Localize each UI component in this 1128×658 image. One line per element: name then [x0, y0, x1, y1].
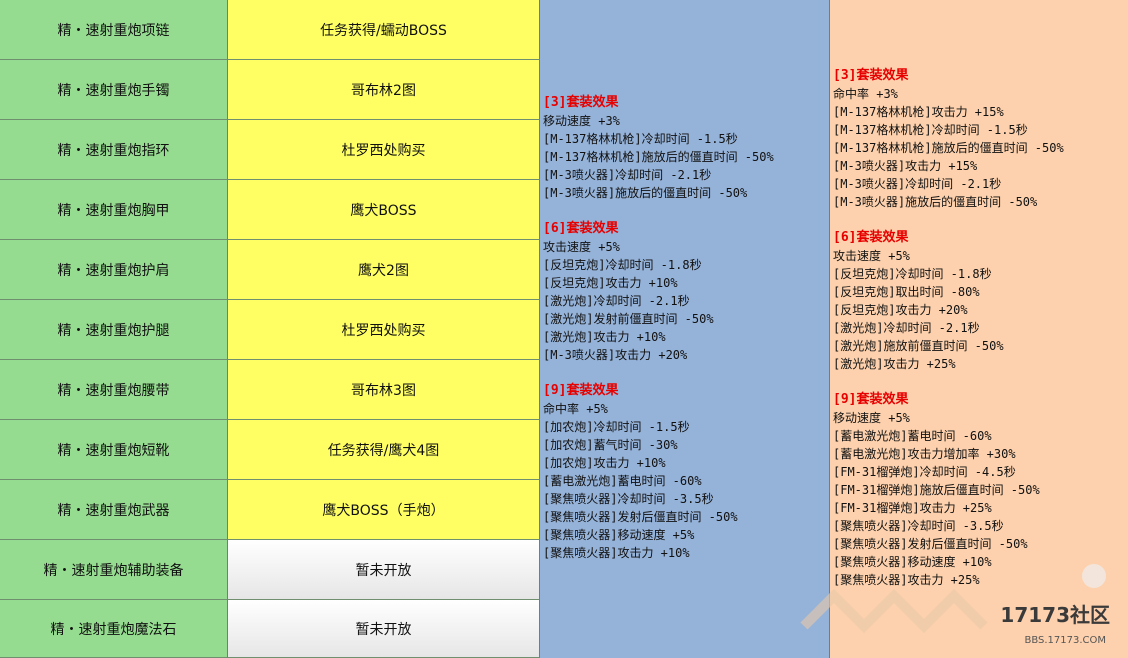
set-effect-line: [FM-31榴弹炮]施放后僵直时间 -50%	[833, 483, 1040, 497]
set-effect-line: [蓄电激光炮]蓄电时间 -60%	[833, 429, 992, 443]
set-tier: [3]套装效果 移动速度 +3% [M-137格林机枪]冷却时间 -1.5秒 [M-1…	[543, 94, 774, 202]
item-name-cell: 精・速射重炮短靴	[0, 420, 228, 480]
item-name-cell: 精・速射重炮魔法石	[0, 600, 228, 658]
set-tier-title: [6]套装效果	[543, 221, 619, 236]
item-name-cell: 精・速射重炮腰带	[0, 360, 228, 420]
set-effect-line: [反坦克炮]冷却时间 -1.8秒	[543, 258, 702, 272]
set-effect-line: [加农炮]攻击力 +10%	[543, 456, 666, 470]
equipment-table: 精・速射重炮项链 精・速射重炮手镯 精・速射重炮指环 精・速射重炮胸甲 精・速射重炮护肩…	[0, 0, 1128, 658]
set-effect-list: [3]套装效果 移动速度 +3% [M-137格林机枪]冷却时间 -1.5秒 [M-1…	[543, 94, 774, 580]
set-effect-line: [聚焦喷火器]移动速度 +10%	[833, 555, 992, 569]
item-source-cell: 杜罗西处购买	[228, 120, 540, 180]
set-effect-line: [反坦克炮]冷却时间 -1.8秒	[833, 267, 992, 281]
set-effect-line: [聚焦喷火器]发射后僵直时间 -50%	[833, 537, 1028, 551]
set-effect-line: [M-3喷火器]攻击力 +15%	[833, 159, 978, 173]
item-name-cell: 精・速射重炮辅助装备	[0, 540, 228, 600]
set-effect-line: [聚焦喷火器]冷却时间 -3.5秒	[833, 519, 1004, 533]
set-effect-line: [激光炮]攻击力 +10%	[543, 330, 666, 344]
item-name-cell: 精・速射重炮指环	[0, 120, 228, 180]
item-name-cell: 精・速射重炮护肩	[0, 240, 228, 300]
set-effect-line: [激光炮]攻击力 +25%	[833, 357, 956, 371]
item-name-column: 精・速射重炮项链 精・速射重炮手镯 精・速射重炮指环 精・速射重炮胸甲 精・速射重炮护肩…	[0, 0, 228, 658]
set-effect-line: 攻击速度 +5%	[833, 249, 910, 263]
set-tier: [9]套装效果 命中率 +5% [加农炮]冷却时间 -1.5秒 [加农炮]蓄气时间 -…	[543, 382, 774, 562]
set-effect-line: [M-3喷火器]施放后的僵直时间 -50%	[833, 195, 1038, 209]
set-effect-line: [反坦克炮]取出时间 -80%	[833, 285, 980, 299]
set-effect-line: [FM-31榴弹炮]冷却时间 -4.5秒	[833, 465, 1016, 479]
set-tier-title: [9]套装效果	[543, 383, 619, 398]
set-effect-panel-blue: [3]套装效果 移动速度 +3% [M-137格林机枪]冷却时间 -1.5秒 [M-1…	[540, 0, 830, 658]
item-source-cell: 暂未开放	[228, 540, 540, 600]
set-effect-line: [激光炮]冷却时间 -2.1秒	[543, 294, 690, 308]
set-effect-line: [蓄电激光炮]攻击力增加率 +30%	[833, 447, 1016, 461]
set-tier-title: [3]套装效果	[543, 95, 619, 110]
item-name-cell: 精・速射重炮武器	[0, 480, 228, 540]
set-effect-line: [聚焦喷火器]发射后僵直时间 -50%	[543, 510, 738, 524]
set-tier: [6]套装效果 攻击速度 +5% [反坦克炮]冷却时间 -1.8秒 [反坦克炮]取出时…	[833, 229, 1064, 373]
set-effect-line: [聚焦喷火器]攻击力 +25%	[833, 573, 980, 587]
item-source-cell: 任务获得/蠕动BOSS	[228, 0, 540, 60]
set-effect-panel-peach: [3]套装效果 命中率 +3% [M-137格林机枪]攻击力 +15% [M-137格…	[830, 0, 1128, 658]
item-source-cell: 哥布林3图	[228, 360, 540, 420]
set-effect-line: [聚焦喷火器]攻击力 +10%	[543, 546, 690, 560]
item-name-cell: 精・速射重炮胸甲	[0, 180, 228, 240]
item-name-cell: 精・速射重炮手镯	[0, 60, 228, 120]
set-effect-line: [M-3喷火器]施放后的僵直时间 -50%	[543, 186, 748, 200]
set-effect-line: [M-137格林机枪]攻击力 +15%	[833, 105, 1004, 119]
set-effect-line: [激光炮]冷却时间 -2.1秒	[833, 321, 980, 335]
item-source-cell: 鹰犬BOSS	[228, 180, 540, 240]
set-effect-line: [反坦克炮]攻击力 +20%	[833, 303, 968, 317]
set-effect-line: [M-137格林机枪]施放后的僵直时间 -50%	[543, 150, 774, 164]
set-effect-line: [激光炮]施放前僵直时间 -50%	[833, 339, 1004, 353]
set-tier-title: [3]套装效果	[833, 68, 909, 83]
set-effect-line: [M-3喷火器]冷却时间 -2.1秒	[543, 168, 712, 182]
item-source-cell: 鹰犬2图	[228, 240, 540, 300]
item-name-cell: 精・速射重炮项链	[0, 0, 228, 60]
item-name-cell: 精・速射重炮护腿	[0, 300, 228, 360]
set-effect-line: [反坦克炮]攻击力 +10%	[543, 276, 678, 290]
set-tier-title: [9]套装效果	[833, 392, 909, 407]
item-source-cell: 杜罗西处购买	[228, 300, 540, 360]
set-effect-line: [M-137格林机枪]冷却时间 -1.5秒	[833, 123, 1028, 137]
set-effect-line: [蓄电激光炮]蓄电时间 -60%	[543, 474, 702, 488]
item-source-column: 任务获得/蠕动BOSS 哥布林2图 杜罗西处购买 鹰犬BOSS 鹰犬2图 杜罗西处购买 哥布…	[228, 0, 540, 658]
set-effect-line: 攻击速度 +5%	[543, 240, 620, 254]
set-effect-line: [M-137格林机枪]施放后的僵直时间 -50%	[833, 141, 1064, 155]
set-tier: [6]套装效果 攻击速度 +5% [反坦克炮]冷却时间 -1.8秒 [反坦克炮]攻击力…	[543, 220, 774, 364]
item-source-cell: 任务获得/鹰犬4图	[228, 420, 540, 480]
set-effect-line: 命中率 +3%	[833, 87, 898, 101]
set-effect-line: [聚焦喷火器]移动速度 +5%	[543, 528, 695, 542]
set-effect-line: [加农炮]冷却时间 -1.5秒	[543, 420, 690, 434]
set-effect-line: 命中率 +5%	[543, 402, 608, 416]
set-effect-line: [M-3喷火器]攻击力 +20%	[543, 348, 688, 362]
set-effect-line: [加农炮]蓄气时间 -30%	[543, 438, 678, 452]
set-tier-title: [6]套装效果	[833, 230, 909, 245]
set-effect-line: [M-137格林机枪]冷却时间 -1.5秒	[543, 132, 738, 146]
set-effect-line: 移动速度 +3%	[543, 114, 620, 128]
set-effect-line: [聚焦喷火器]冷却时间 -3.5秒	[543, 492, 714, 506]
set-effect-line: [M-3喷火器]冷却时间 -2.1秒	[833, 177, 1002, 191]
item-source-cell: 鹰犬BOSS（手炮）	[228, 480, 540, 540]
item-source-cell: 哥布林2图	[228, 60, 540, 120]
set-effect-line: [FM-31榴弹炮]攻击力 +25%	[833, 501, 992, 515]
set-tier: [9]套装效果 移动速度 +5% [蓄电激光炮]蓄电时间 -60% [蓄电激光炮]攻击…	[833, 391, 1064, 589]
set-tier: [3]套装效果 命中率 +3% [M-137格林机枪]攻击力 +15% [M-137格…	[833, 67, 1064, 211]
set-effect-line: 移动速度 +5%	[833, 411, 910, 425]
set-effect-line: [激光炮]发射前僵直时间 -50%	[543, 312, 714, 326]
set-effect-list: [3]套装效果 命中率 +3% [M-137格林机枪]攻击力 +15% [M-137格…	[833, 67, 1064, 607]
item-source-cell: 暂未开放	[228, 600, 540, 658]
